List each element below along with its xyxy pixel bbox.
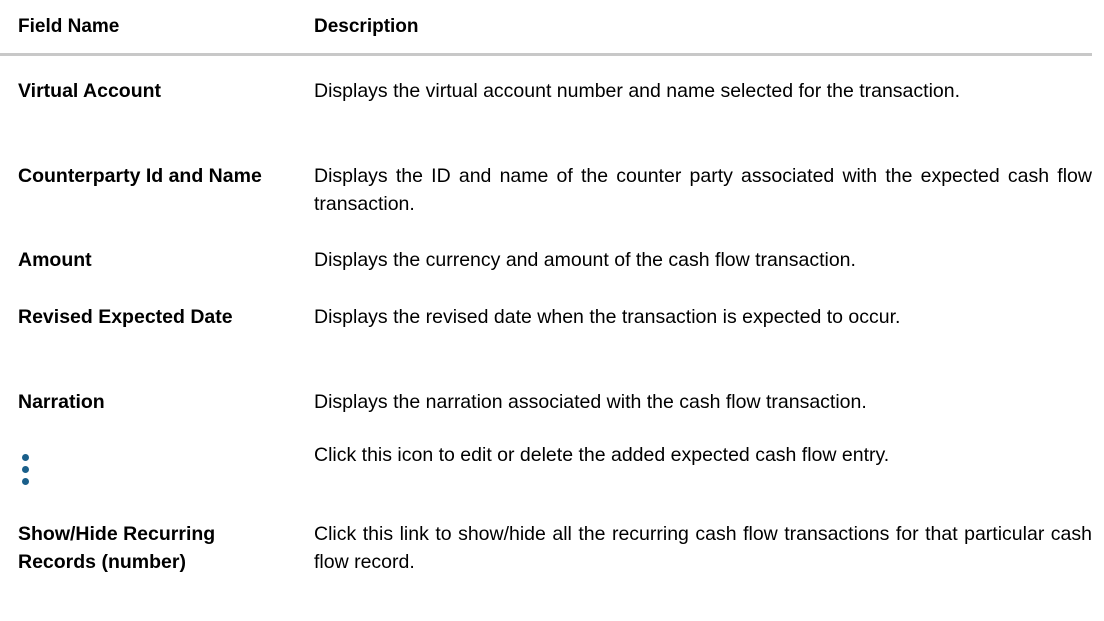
header-description: Description — [314, 15, 419, 37]
table-row: Counterparty Id and Name Displays the ID… — [0, 162, 1092, 218]
description-show-hide-recurring-records: Click this link to show/hide all the rec… — [314, 523, 1092, 573]
table-row: Revised Expected Date Displays the revis… — [0, 303, 1092, 331]
table-row: Narration Displays the narration associa… — [0, 388, 1092, 416]
description-amount: Displays the currency and amount of the … — [314, 249, 856, 271]
table-header: Field Name Description — [0, 0, 1092, 56]
field-narration: Narration — [18, 391, 105, 413]
field-description-table: Field Name Description Virtual Account D… — [0, 0, 1092, 573]
kebab-menu-icon — [22, 448, 29, 485]
description-counterparty-id-name: Displays the ID and name of the counter … — [314, 165, 1092, 215]
table-row: Click this icon to edit or delete the ad… — [0, 441, 1092, 485]
field-amount: Amount — [18, 249, 92, 271]
description-narration: Displays the narration associated with t… — [314, 391, 867, 413]
table-row: Show/Hide Recurring Records (number) Cli… — [0, 520, 1092, 576]
field-revised-expected-date: Revised Expected Date — [18, 306, 233, 328]
description-kebab-icon: Click this icon to edit or delete the ad… — [314, 444, 890, 466]
field-show-hide-recurring-records: Show/Hide Recurring Records (number) — [18, 523, 216, 573]
table-row: Virtual Account Displays the virtual acc… — [0, 77, 1092, 105]
table-row: Amount Displays the currency and amount … — [0, 246, 1092, 274]
field-kebab-icon — [0, 441, 290, 485]
field-virtual-account: Virtual Account — [18, 80, 162, 102]
field-counterparty-id-name: Counterparty Id and Name — [18, 165, 262, 187]
description-virtual-account: Displays the virtual account number and … — [314, 80, 961, 102]
description-revised-expected-date: Displays the revised date when the trans… — [314, 306, 901, 328]
header-field-name: Field Name — [18, 15, 120, 37]
